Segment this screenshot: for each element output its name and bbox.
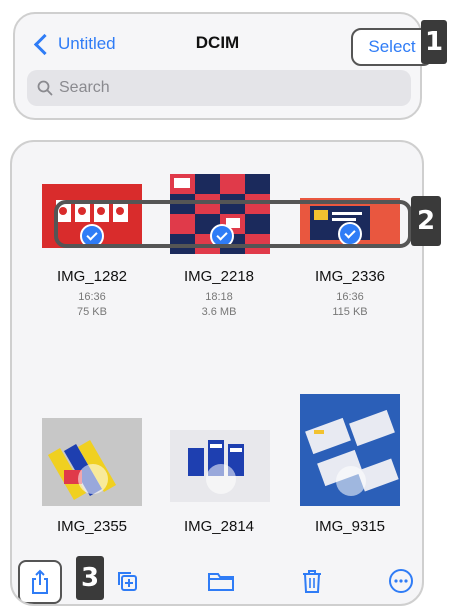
trash-icon <box>303 570 321 593</box>
delete-button[interactable] <box>297 566 327 596</box>
file-name: IMG_2218 <box>183 268 255 285</box>
search-icon <box>37 80 53 96</box>
navigation-bar: Untitled DCIM Select Search <box>13 12 433 120</box>
file-size: 3.6 MB <box>201 306 237 318</box>
file-time: 16:36 <box>78 291 106 303</box>
file-name: IMG_2336 <box>314 268 386 285</box>
share-button[interactable] <box>18 560 62 604</box>
photo-thumbnail[interactable] <box>170 430 270 502</box>
move-to-folder-button[interactable] <box>206 566 236 596</box>
photo-thumbnail[interactable] <box>300 394 400 506</box>
file-name: IMG_9315 <box>314 518 386 535</box>
selection-highlight <box>54 200 412 248</box>
callout-3: 3 <box>76 556 104 600</box>
file-size: 115 KB <box>332 306 368 318</box>
photo-thumbnail[interactable] <box>42 418 142 506</box>
file-name: IMG_2355 <box>56 518 128 535</box>
unselected-circle-icon <box>78 464 108 494</box>
file-name: IMG_1282 <box>56 268 128 285</box>
file-time: 18:18 <box>205 291 233 303</box>
search-placeholder: Search <box>59 79 110 96</box>
folder-icon <box>208 573 234 591</box>
file-time: 16:36 <box>336 291 364 303</box>
unselected-circle-icon <box>336 466 366 496</box>
file-size: 75 KB <box>77 306 107 318</box>
more-button[interactable] <box>386 566 416 596</box>
more-icon <box>389 569 413 593</box>
bottom-toolbar <box>12 556 422 604</box>
callout-2: 2 <box>411 196 441 246</box>
share-icon <box>32 569 48 594</box>
file-browser: IMG_1282 16:36 75 KB IMG_2218 18:18 3.6 … <box>10 140 424 606</box>
duplicate-icon <box>118 572 137 591</box>
unselected-circle-icon <box>206 464 236 494</box>
duplicate-button[interactable] <box>112 566 142 596</box>
search-input[interactable]: Search <box>27 70 411 106</box>
callout-1: 1 <box>421 20 447 64</box>
file-name: IMG_2814 <box>183 518 255 535</box>
